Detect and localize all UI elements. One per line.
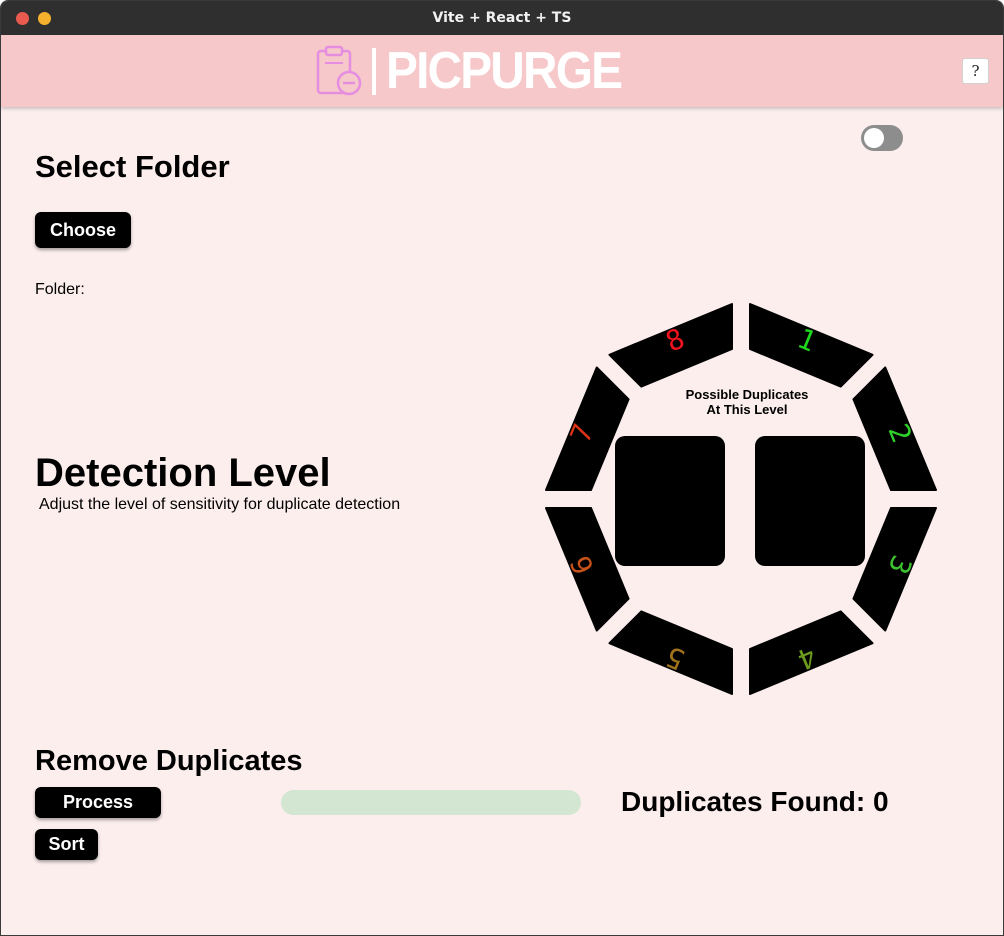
help-button[interactable]: ? xyxy=(962,58,989,84)
minimize-window-button[interactable] xyxy=(38,12,51,25)
choose-folder-button[interactable]: Choose xyxy=(35,212,131,248)
clipboard-minus-icon xyxy=(316,45,362,96)
duplicate-preview-right xyxy=(755,436,865,566)
theme-toggle[interactable] xyxy=(861,125,903,151)
logo-divider xyxy=(372,48,376,95)
wheel-caption-line2: At This Level xyxy=(706,402,788,417)
process-button[interactable]: Process xyxy=(35,787,161,818)
close-window-button[interactable] xyxy=(16,12,29,25)
detection-level-heading: Detection Level xyxy=(35,451,331,495)
app-header: PICPURGE xyxy=(1,35,1003,107)
window-title: Vite + React + TS xyxy=(432,10,572,26)
sort-button[interactable]: Sort xyxy=(35,829,98,860)
progress-bar xyxy=(281,790,581,815)
detection-level-wheel: 12345678 xyxy=(545,303,937,695)
remove-duplicates-heading: Remove Duplicates xyxy=(35,745,303,777)
folder-path-label: Folder: xyxy=(35,281,85,298)
duplicates-found-count: Duplicates Found: 0 xyxy=(621,786,889,817)
app-window: Vite + React + TS PICPURGE ? Select Fold… xyxy=(0,0,1004,936)
toggle-knob xyxy=(864,128,884,148)
duplicate-preview-left xyxy=(615,436,725,566)
select-folder-heading: Select Folder xyxy=(35,149,230,184)
brand-name: PICPURGE xyxy=(386,42,623,100)
wheel-caption-line1: Possible Duplicates xyxy=(685,387,809,402)
detection-description: Adjust the level of sensitivity for dupl… xyxy=(39,496,401,513)
title-bar: Vite + React + TS xyxy=(1,1,1003,35)
wheel-caption: Possible Duplicates At This Level xyxy=(661,387,833,417)
